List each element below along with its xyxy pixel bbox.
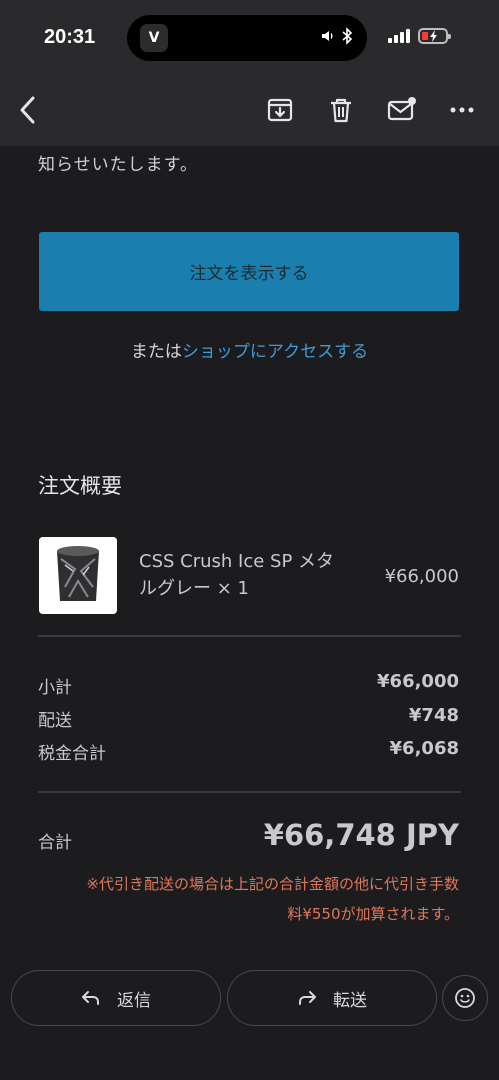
reply-button[interactable]: 返信 — [11, 970, 221, 1026]
back-chevron-icon[interactable] — [16, 94, 40, 126]
island-status-icons — [321, 27, 353, 45]
divider — [38, 791, 461, 793]
status-time: 20:31 — [44, 26, 96, 48]
or-prefix: または — [130, 342, 182, 362]
mail-unread-icon[interactable] — [387, 96, 416, 124]
charging-bolt-icon — [430, 30, 437, 42]
intro-text: 知らせいたします。 — [38, 155, 198, 175]
reply-arrow-icon — [82, 991, 99, 1005]
tax-label: 税金合計 — [38, 744, 106, 764]
reply-label: 返信 — [117, 990, 151, 1011]
cellular-signal-icon — [388, 29, 410, 43]
shipping-label: 配送 — [38, 711, 72, 731]
emoji-reaction-button[interactable] — [442, 975, 488, 1021]
divider — [38, 635, 461, 637]
status-right — [388, 28, 451, 44]
dynamic-island: V — [127, 15, 367, 61]
product-image — [39, 537, 117, 614]
product-name: CSS Crush Ice SP メタルグレー × 1 — [139, 551, 335, 599]
subtotal-value: ¥66,000 — [377, 671, 459, 692]
shop-link[interactable]: ショップにアクセスする — [182, 342, 368, 362]
view-order-button[interactable]: 注文を表示する — [39, 232, 459, 311]
trash-icon[interactable] — [327, 96, 355, 124]
cod-note-line-1: ※代引き配送の場合は上記の合計金額の他に代引き手数 — [86, 875, 459, 893]
total-value: ¥66,748 JPY — [263, 818, 459, 852]
order-summary-title: 注文概要 — [38, 474, 122, 498]
battery-icon — [418, 28, 451, 44]
island-app-icon: V — [140, 24, 168, 52]
more-icon[interactable] — [448, 96, 476, 124]
archive-icon[interactable] — [266, 96, 294, 124]
forward-label: 転送 — [333, 990, 367, 1011]
forward-arrow-icon — [299, 991, 316, 1005]
top-bar: 20:31 V — [0, 0, 499, 146]
subtotal-label: 小計 — [38, 678, 72, 698]
tax-value: ¥6,068 — [389, 738, 459, 759]
forward-button[interactable]: 転送 — [227, 970, 437, 1026]
product-price: ¥66,000 — [384, 566, 459, 587]
cod-note-line-2: 料¥550が加算されます。 — [287, 905, 459, 923]
bluetooth-icon — [342, 27, 353, 45]
shop-access-line: またはショップにアクセスする — [0, 337, 499, 362]
speaker-icon — [322, 31, 333, 41]
smiley-icon — [455, 988, 475, 1008]
shipping-value: ¥748 — [408, 705, 459, 726]
total-label: 合計 — [38, 833, 72, 853]
